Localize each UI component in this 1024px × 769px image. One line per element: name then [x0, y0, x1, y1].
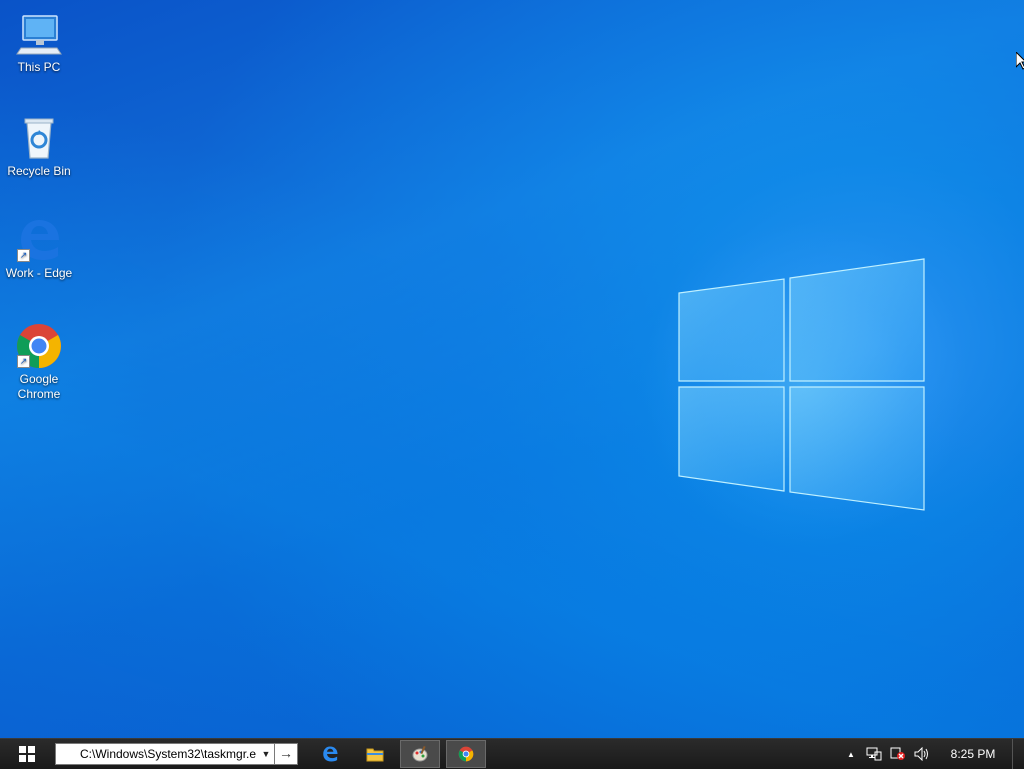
- desktop-icon-label: Google Chrome: [17, 372, 61, 401]
- tray-overflow-chevron-icon[interactable]: ▲: [844, 739, 858, 769]
- windows-start-icon: [19, 746, 35, 762]
- volume-icon[interactable]: [912, 739, 934, 769]
- desktop-icon-label: This PC: [17, 60, 61, 74]
- folder-icon: [366, 748, 384, 762]
- address-value: C:\Windows\System32\taskmgr.e: [80, 747, 257, 761]
- windows-logo-wallpaper-icon: [678, 258, 925, 511]
- desktop-icon-google-chrome[interactable]: ↗ Google Chrome: [1, 322, 77, 402]
- taskbar-app-paint[interactable]: [400, 740, 440, 768]
- taskbar: C:\Windows\System32\taskmgr.e ▼ → ▲ 8:25…: [0, 738, 1024, 769]
- chrome-icon: [458, 746, 474, 762]
- desktop-icon-work-edge[interactable]: ↗ Work - Edge: [1, 216, 77, 281]
- address-toolbar-input[interactable]: C:\Windows\System32\taskmgr.e ▼: [55, 743, 275, 765]
- shortcut-arrow-icon: ↗: [17, 249, 30, 262]
- edge-icon: [323, 746, 338, 762]
- paint-icon: [412, 745, 428, 762]
- desktop-icon-this-pc[interactable]: This PC: [1, 10, 77, 75]
- shortcut-arrow-icon: ↗: [17, 355, 30, 368]
- taskbar-clock[interactable]: 8:25 PM: [944, 739, 1002, 769]
- mouse-cursor-icon: [1016, 52, 1024, 70]
- address-go-button[interactable]: →: [274, 743, 298, 765]
- desktop-icon-label: Work - Edge: [5, 266, 73, 280]
- desktop-wallpaper: [0, 0, 1024, 738]
- taskbar-app-file-explorer[interactable]: [355, 740, 395, 768]
- desktop-icon-recycle-bin[interactable]: Recycle Bin: [1, 114, 77, 179]
- taskbar-app-edge[interactable]: [310, 740, 350, 768]
- network-icon[interactable]: [864, 739, 884, 769]
- computer-icon: [15, 10, 63, 58]
- start-button[interactable]: [0, 739, 54, 769]
- taskbar-app-chrome[interactable]: [446, 740, 486, 768]
- notification-error-icon[interactable]: [888, 739, 908, 769]
- address-dropdown-icon[interactable]: ▼: [260, 744, 272, 764]
- desktop-icon-label: Recycle Bin: [7, 164, 71, 178]
- recycle-bin-icon: [15, 114, 63, 162]
- show-desktop-button[interactable]: [1012, 739, 1024, 769]
- edge-icon: ↗: [15, 216, 63, 264]
- chrome-icon: ↗: [15, 322, 63, 370]
